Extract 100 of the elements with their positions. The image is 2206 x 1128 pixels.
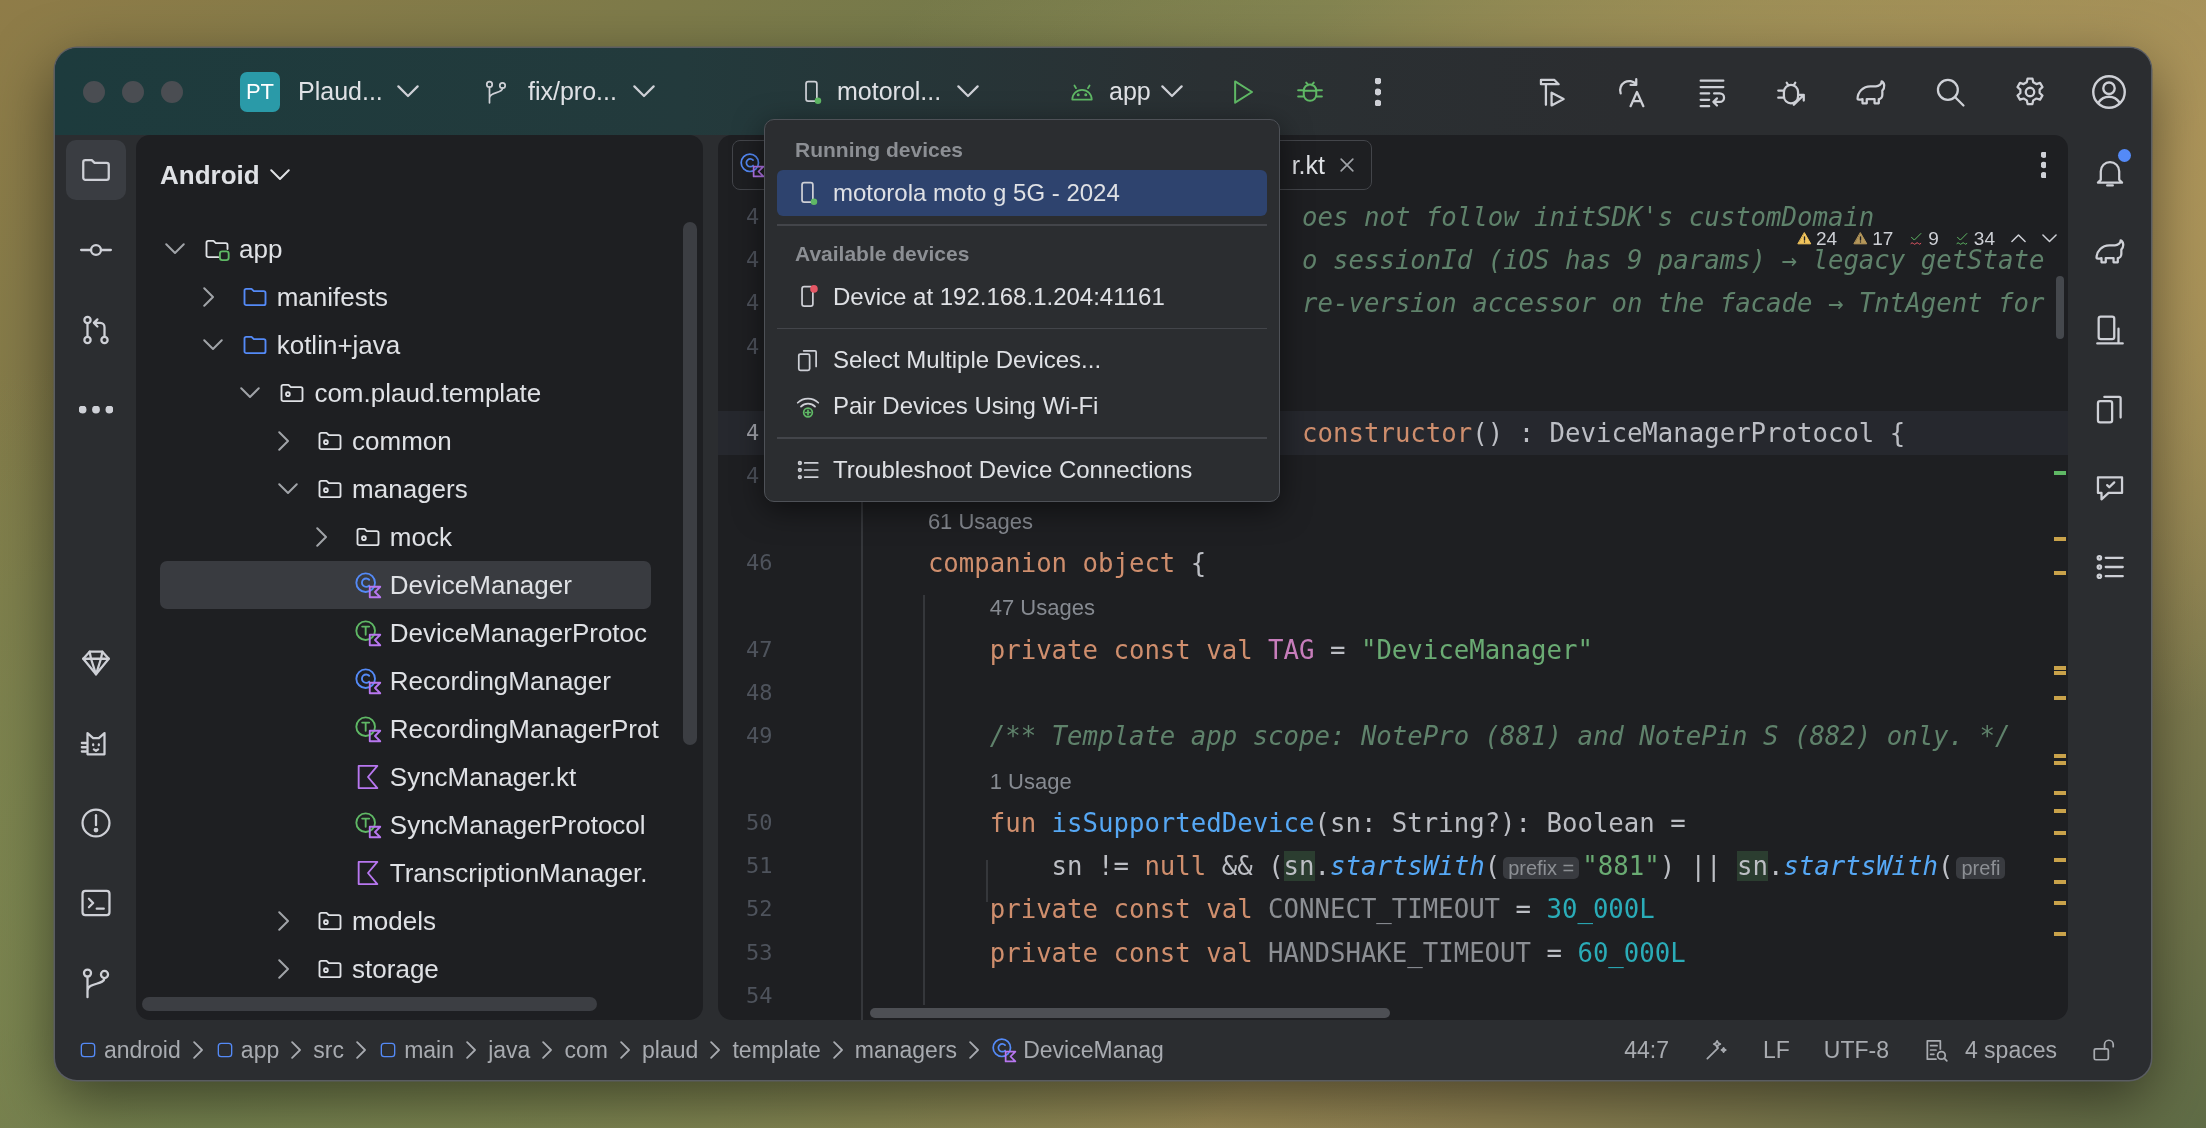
device-menu-item[interactable]: motorola moto g 5G - 2024 (777, 170, 1267, 216)
more-icon[interactable] (2040, 152, 2046, 178)
device-menu-item[interactable]: Troubleshoot Device Connections (777, 446, 1267, 493)
section-header: Running devices (795, 138, 964, 162)
chevron-right-icon[interactable] (278, 959, 290, 979)
caret-icon (957, 85, 980, 98)
line-separator[interactable]: LF (1762, 1036, 1790, 1064)
problem-count[interactable]: 17 (1872, 231, 1894, 246)
view-selector[interactable]: Android (160, 159, 290, 191)
breadcrumb[interactable]: plaud (642, 1036, 699, 1064)
lock-icon[interactable] (2091, 1037, 2117, 1063)
line-number: 52 (746, 896, 773, 922)
tree-item[interactable]: managers (160, 465, 651, 513)
chevron-right-icon[interactable] (202, 287, 214, 307)
code-line: private const val HANDSHAKE_TIMEOUT = 60_000L (988, 937, 1686, 968)
check-icon (1909, 231, 1925, 246)
class-icon (739, 152, 765, 178)
code-line: fun isSupportedDevice(sn: String?): Boolean = (988, 807, 1686, 838)
line-number: 4 (746, 420, 760, 446)
device-menu-item[interactable]: Select Multiple Devices... (777, 337, 1267, 383)
code-line: sn != null && (sn.startsWith( prefix = "881") || sn.startsWith( prefi (866, 851, 2009, 882)
exclamation-icon (78, 806, 113, 840)
tree-item[interactable]: TranscriptionManager. (160, 849, 651, 897)
user-icon[interactable] (2091, 73, 2128, 110)
device-selector[interactable]: motorol... (799, 77, 980, 106)
file-encoding[interactable]: UTF-8 (1823, 1036, 1889, 1064)
code-line: /** Template app scope: NotePro (881) and NotePin S (882) only. */ (988, 721, 2011, 752)
tool-window-button[interactable] (65, 140, 126, 200)
code-line: oes not follow initSDK's customDomain (1302, 201, 1875, 232)
usage-hint[interactable]: 61 Usages (866, 504, 1034, 535)
problem-count[interactable]: 9 (1928, 231, 1939, 246)
breadcrumb[interactable]: src (313, 1036, 345, 1064)
chevron-down-icon[interactable] (240, 387, 261, 399)
chevron-right-icon (356, 1041, 367, 1059)
tree-item[interactable]: common (160, 417, 651, 465)
chevron-right-icon (192, 1041, 203, 1059)
caret-down-icon[interactable] (2042, 234, 2057, 243)
breadcrumb[interactable]: android (78, 1036, 181, 1064)
line-number: 47 (746, 636, 773, 662)
line-number: 50 (746, 809, 773, 835)
chevron-right-icon (710, 1041, 721, 1059)
breadcrumb[interactable]: app (214, 1036, 280, 1064)
breadcrumb[interactable]: DeviceManag (991, 1036, 1164, 1064)
indent-setting[interactable]: 4 spaces (1922, 1036, 2057, 1064)
breadcrumb[interactable]: template (732, 1036, 821, 1064)
code-line: private const val CONNECT_TIMEOUT = 30_000L (988, 894, 1655, 925)
tree-item[interactable]: com.plaud.template (160, 369, 651, 417)
interface-icon (353, 811, 382, 839)
cursor-position[interactable]: 44:7 (1624, 1036, 1669, 1064)
line-number: 46 (746, 550, 773, 575)
chevron-right-icon[interactable] (278, 911, 290, 931)
breadcrumb[interactable]: java (488, 1036, 531, 1064)
chevron-right-icon (291, 1041, 302, 1059)
line-number: 54 (746, 983, 773, 1008)
chevron-right-icon[interactable] (315, 527, 328, 547)
project-selector[interactable]: PT Plaud... (240, 71, 419, 112)
horizontal-scrollbar[interactable] (142, 997, 597, 1011)
chevron-right-icon[interactable] (278, 431, 290, 451)
caret-up-icon[interactable] (2011, 234, 2026, 243)
tree-item[interactable]: mock (160, 513, 651, 561)
tree-item[interactable]: app (160, 225, 651, 273)
tree-item[interactable]: SyncManager.kt (160, 753, 651, 801)
branch-selector[interactable]: fix/pro... (483, 77, 655, 106)
problem-count[interactable]: 34 (1973, 231, 1995, 246)
tree-item[interactable]: DeviceManagerProtoc (160, 609, 651, 657)
breadcrumb[interactable]: com (564, 1036, 608, 1064)
chevron-down-icon[interactable] (278, 483, 299, 495)
chevron-right-icon (542, 1041, 553, 1059)
line-number: 53 (746, 939, 773, 965)
usage-hint[interactable]: 1 Usage (866, 764, 1072, 795)
chevron-right-icon (619, 1041, 631, 1059)
usage-hint[interactable]: 47 Usages (866, 591, 1095, 622)
code-line: o sessionId (iOS has 9 params) → legacy getState (1302, 244, 2045, 275)
interface-icon (353, 715, 382, 743)
device-menu-item[interactable]: Pair Devices Using Wi-Fi (777, 383, 1267, 429)
device-menu-item[interactable]: Device at 192.168.1.204:41161 (777, 273, 1267, 320)
tree-item[interactable]: RecordingManager (160, 657, 651, 705)
caret-icon (269, 169, 290, 181)
class-icon (991, 1037, 1018, 1063)
more-icon[interactable] (1375, 77, 1381, 106)
horizontal-scrollbar[interactable] (870, 1008, 1390, 1018)
breadcrumb[interactable]: main (378, 1036, 454, 1064)
line-number: 48 (746, 679, 773, 705)
tree-item[interactable]: SyncManagerProtocol (160, 801, 651, 849)
close-icon[interactable] (1337, 155, 1357, 175)
tree-item[interactable]: kotlin+java (160, 321, 651, 369)
warning-icon (1853, 231, 1869, 246)
tree-item[interactable]: RecordingManagerProt (160, 705, 659, 753)
chevron-down-icon[interactable] (202, 339, 223, 351)
line-number: 51 (746, 853, 773, 879)
vertical-scrollbar[interactable] (683, 222, 697, 745)
problem-count[interactable]: 24 (1816, 231, 1838, 246)
tree-item[interactable]: storage (160, 945, 651, 993)
class-icon (353, 667, 382, 695)
chevron-down-icon[interactable] (165, 243, 185, 255)
tree-item[interactable]: models (160, 897, 651, 945)
tree-item[interactable]: DeviceManager (160, 561, 651, 609)
breadcrumb[interactable]: managers (854, 1036, 958, 1064)
run-config-selector[interactable]: app (1069, 77, 1183, 106)
tree-item[interactable]: manifests (160, 273, 651, 321)
